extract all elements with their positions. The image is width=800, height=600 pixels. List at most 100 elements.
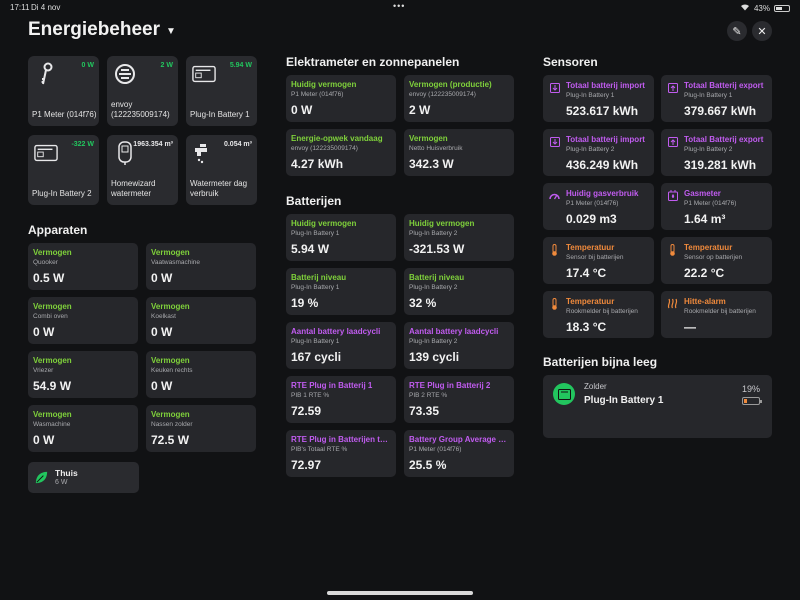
close-button[interactable]: ✕ [752, 21, 772, 41]
apparaten-card[interactable]: Vermogen Nassen zolder 72.5 W [146, 405, 256, 452]
sensor-card[interactable]: Temperatuur Sensor bij batterijen 17.4 °C [543, 237, 654, 284]
card-value: 0 W [291, 103, 313, 117]
card-label: Battery Group Average SoC [409, 435, 509, 444]
card-value: 54.9 W [33, 379, 72, 393]
sensor-value: 523.617 kWh [566, 104, 639, 118]
batterijen-card[interactable]: Batterij niveau Plug-In Battery 1 19 % [286, 268, 396, 315]
card-subtitle: Plug-In Battery 1 [291, 230, 340, 237]
card-label: Vermogen [409, 134, 448, 143]
pencil-icon: ✎ [732, 25, 742, 38]
apparaten-card[interactable]: Vermogen Vriezer 54.9 W [28, 351, 138, 398]
sensor-label: Temperatuur [566, 243, 615, 252]
low-battery-percent: 19% [741, 384, 760, 394]
batterijen-card[interactable]: Aantal battery laadcycli Plug-In Battery … [404, 322, 514, 369]
sensor-label: Totaal batterij import [566, 135, 645, 144]
section-title-batterijen: Batterijen [286, 194, 342, 208]
card-subtitle: Plug-In Battery 2 [409, 284, 458, 291]
sensor-card[interactable]: Totaal Batterij export Plug-In Battery 1 3… [661, 75, 772, 122]
batterijen-card[interactable]: Aantal battery laadcycli Plug-In Battery … [286, 322, 396, 369]
sensor-subtitle: P1 Meter (014f76) [684, 200, 737, 207]
device-tile[interactable]: 5.94 W Plug-In Battery 1 [186, 56, 257, 126]
batterijen-card[interactable]: Huidig vermogen Plug-In Battery 2 -321.53 … [404, 214, 514, 261]
multitask-dots-icon[interactable]: ••• [393, 1, 405, 11]
card-subtitle: Koelkast [151, 313, 176, 320]
low-battery-level-icon [742, 397, 762, 405]
apparaten-card[interactable]: Vermogen Combi oven 0 W [28, 297, 138, 344]
home-indicator[interactable] [327, 591, 473, 595]
apparaten-card[interactable]: Vermogen Koelkast 0 W [146, 297, 256, 344]
card-label: Vermogen [33, 356, 72, 365]
device-tile[interactable]: 1963.354 m³ Homewizard watermeter [107, 135, 178, 205]
elektra-card[interactable]: Energie-opwek vandaag envoy (122235009174… [286, 129, 396, 176]
page-title[interactable]: Energiebeheer ▼ [28, 19, 176, 41]
heat-icon [667, 298, 678, 309]
device-tile[interactable]: 0 W P1 Meter (014f76) [28, 56, 99, 126]
elektra-card[interactable]: Vermogen (productie) envoy (122235009174)… [404, 75, 514, 122]
card-subtitle: PIB 1 RTE % [291, 392, 330, 399]
card-value: 25.5 % [409, 458, 447, 472]
batterijen-card[interactable]: Huidig vermogen Plug-In Battery 1 5.94 W [286, 214, 396, 261]
sensor-card[interactable]: Totaal batterij import Plug-In Battery 1 5… [543, 75, 654, 122]
sensor-subtitle: Plug-In Battery 1 [566, 92, 615, 99]
sensor-card[interactable]: Totaal Batterij export Plug-In Battery 2 3… [661, 129, 772, 176]
card-label: Vermogen [151, 410, 190, 419]
section-title-sensoren: Sensoren [543, 55, 598, 69]
thuis-card[interactable]: Thuis 6 W [28, 462, 139, 493]
card-label: Vermogen [151, 302, 190, 311]
sensor-card[interactable]: Hitte-alarm Rookmelder bij batterijen — [661, 291, 772, 338]
card-label: Vermogen [33, 248, 72, 257]
apparaten-card[interactable]: Vermogen Vaatwasmachine 0 W [146, 243, 256, 290]
card-label: RTE Plug in Batterijen tot... [291, 435, 391, 444]
batterijen-card[interactable]: Battery Group Average SoC P1 Meter (014f7… [404, 430, 514, 477]
apparaten-card[interactable]: Vermogen Wasmachine 0 W [28, 405, 138, 452]
section-title-low-battery: Batterijen bijna leeg [543, 355, 658, 369]
edit-button[interactable]: ✎ [727, 21, 747, 41]
batterijen-card[interactable]: RTE Plug in Batterij 1 PIB 1 RTE % 72.59 [286, 376, 396, 423]
card-label: Vermogen [33, 302, 72, 311]
section-title-elektra: Elektrameter en zonnepanelen [286, 55, 460, 69]
sensor-label: Totaal batterij import [566, 81, 645, 90]
card-label: RTE Plug in Batterij 1 [291, 381, 373, 390]
sensor-card[interactable]: Totaal batterij import Plug-In Battery 2 4… [543, 129, 654, 176]
batterijen-card[interactable]: RTE Plug in Batterijen tot... PIB's Totaa… [286, 430, 396, 477]
apparaten-card[interactable]: Vermogen Keuken rechts 0 W [146, 351, 256, 398]
card-label: Huidig vermogen [291, 219, 357, 228]
tile-name: Plug-In Battery 2 [32, 189, 92, 198]
sensor-card[interactable]: Gasmeter P1 Meter (014f76) 1.64 m³ [661, 183, 772, 230]
card-value: 0 W [33, 325, 55, 339]
sensor-value: 17.4 °C [566, 266, 607, 280]
tile-name: Homewizard watermeter [111, 179, 156, 198]
card-label: Huidig vermogen [291, 80, 357, 89]
low-battery-card[interactable]: Zolder Plug-In Battery 1 19% [543, 375, 772, 438]
elektra-card[interactable]: Vermogen Netto Huisverbruik 342.3 W [404, 129, 514, 176]
card-value: 0 W [151, 325, 173, 339]
card-subtitle: Plug-In Battery 1 [291, 338, 340, 345]
sensor-subtitle: Rookmelder bij batterijen [566, 308, 638, 315]
status-bar: 17:11 Di 4 nov ••• 43% [0, 0, 800, 14]
section-title-apparaten: Apparaten [28, 223, 88, 237]
battery-icon [34, 141, 58, 165]
apparaten-card[interactable]: Vermogen Quooker 0.5 W [28, 243, 138, 290]
sensor-card[interactable]: Temperatuur Sensor op batterijen 22.2 °C [661, 237, 772, 284]
sensor-value: 319.281 kWh [684, 158, 757, 172]
card-subtitle: Quooker [33, 259, 58, 266]
chevron-down-icon[interactable]: ▼ [166, 26, 176, 37]
batterijen-card[interactable]: Batterij niveau Plug-In Battery 2 32 % [404, 268, 514, 315]
sensor-card[interactable]: Huidig gasverbruik P1 Meter (014f76) 0.029… [543, 183, 654, 230]
card-value: 342.3 W [409, 157, 454, 171]
sensor-subtitle: Plug-In Battery 2 [566, 146, 615, 153]
card-label: Energie-opwek vandaag [291, 134, 383, 143]
sensor-label: Totaal Batterij export [684, 135, 764, 144]
device-tile[interactable]: 2 W envoy (122235009174) [107, 56, 178, 126]
leaf-icon [35, 471, 48, 484]
card-subtitle: envoy (122235009174) [409, 91, 476, 98]
wifi-icon [740, 3, 750, 13]
battery-percent: 43% [753, 3, 770, 13]
elektra-card[interactable]: Huidig vermogen P1 Meter (014f76) 0 W [286, 75, 396, 122]
batterijen-card[interactable]: RTE Plug in Batterij 2 PIB 2 RTE % 73.35 [404, 376, 514, 423]
device-tile[interactable]: 0.054 m³ Watermeter dag verbruik [186, 135, 257, 205]
card-label: Batterij niveau [291, 273, 347, 282]
device-tile[interactable]: -322 W Plug-In Battery 2 [28, 135, 99, 205]
tile-value: 2 W [160, 62, 173, 69]
sensor-card[interactable]: Temperatuur Rookmelder bij batterijen 18.3… [543, 291, 654, 338]
